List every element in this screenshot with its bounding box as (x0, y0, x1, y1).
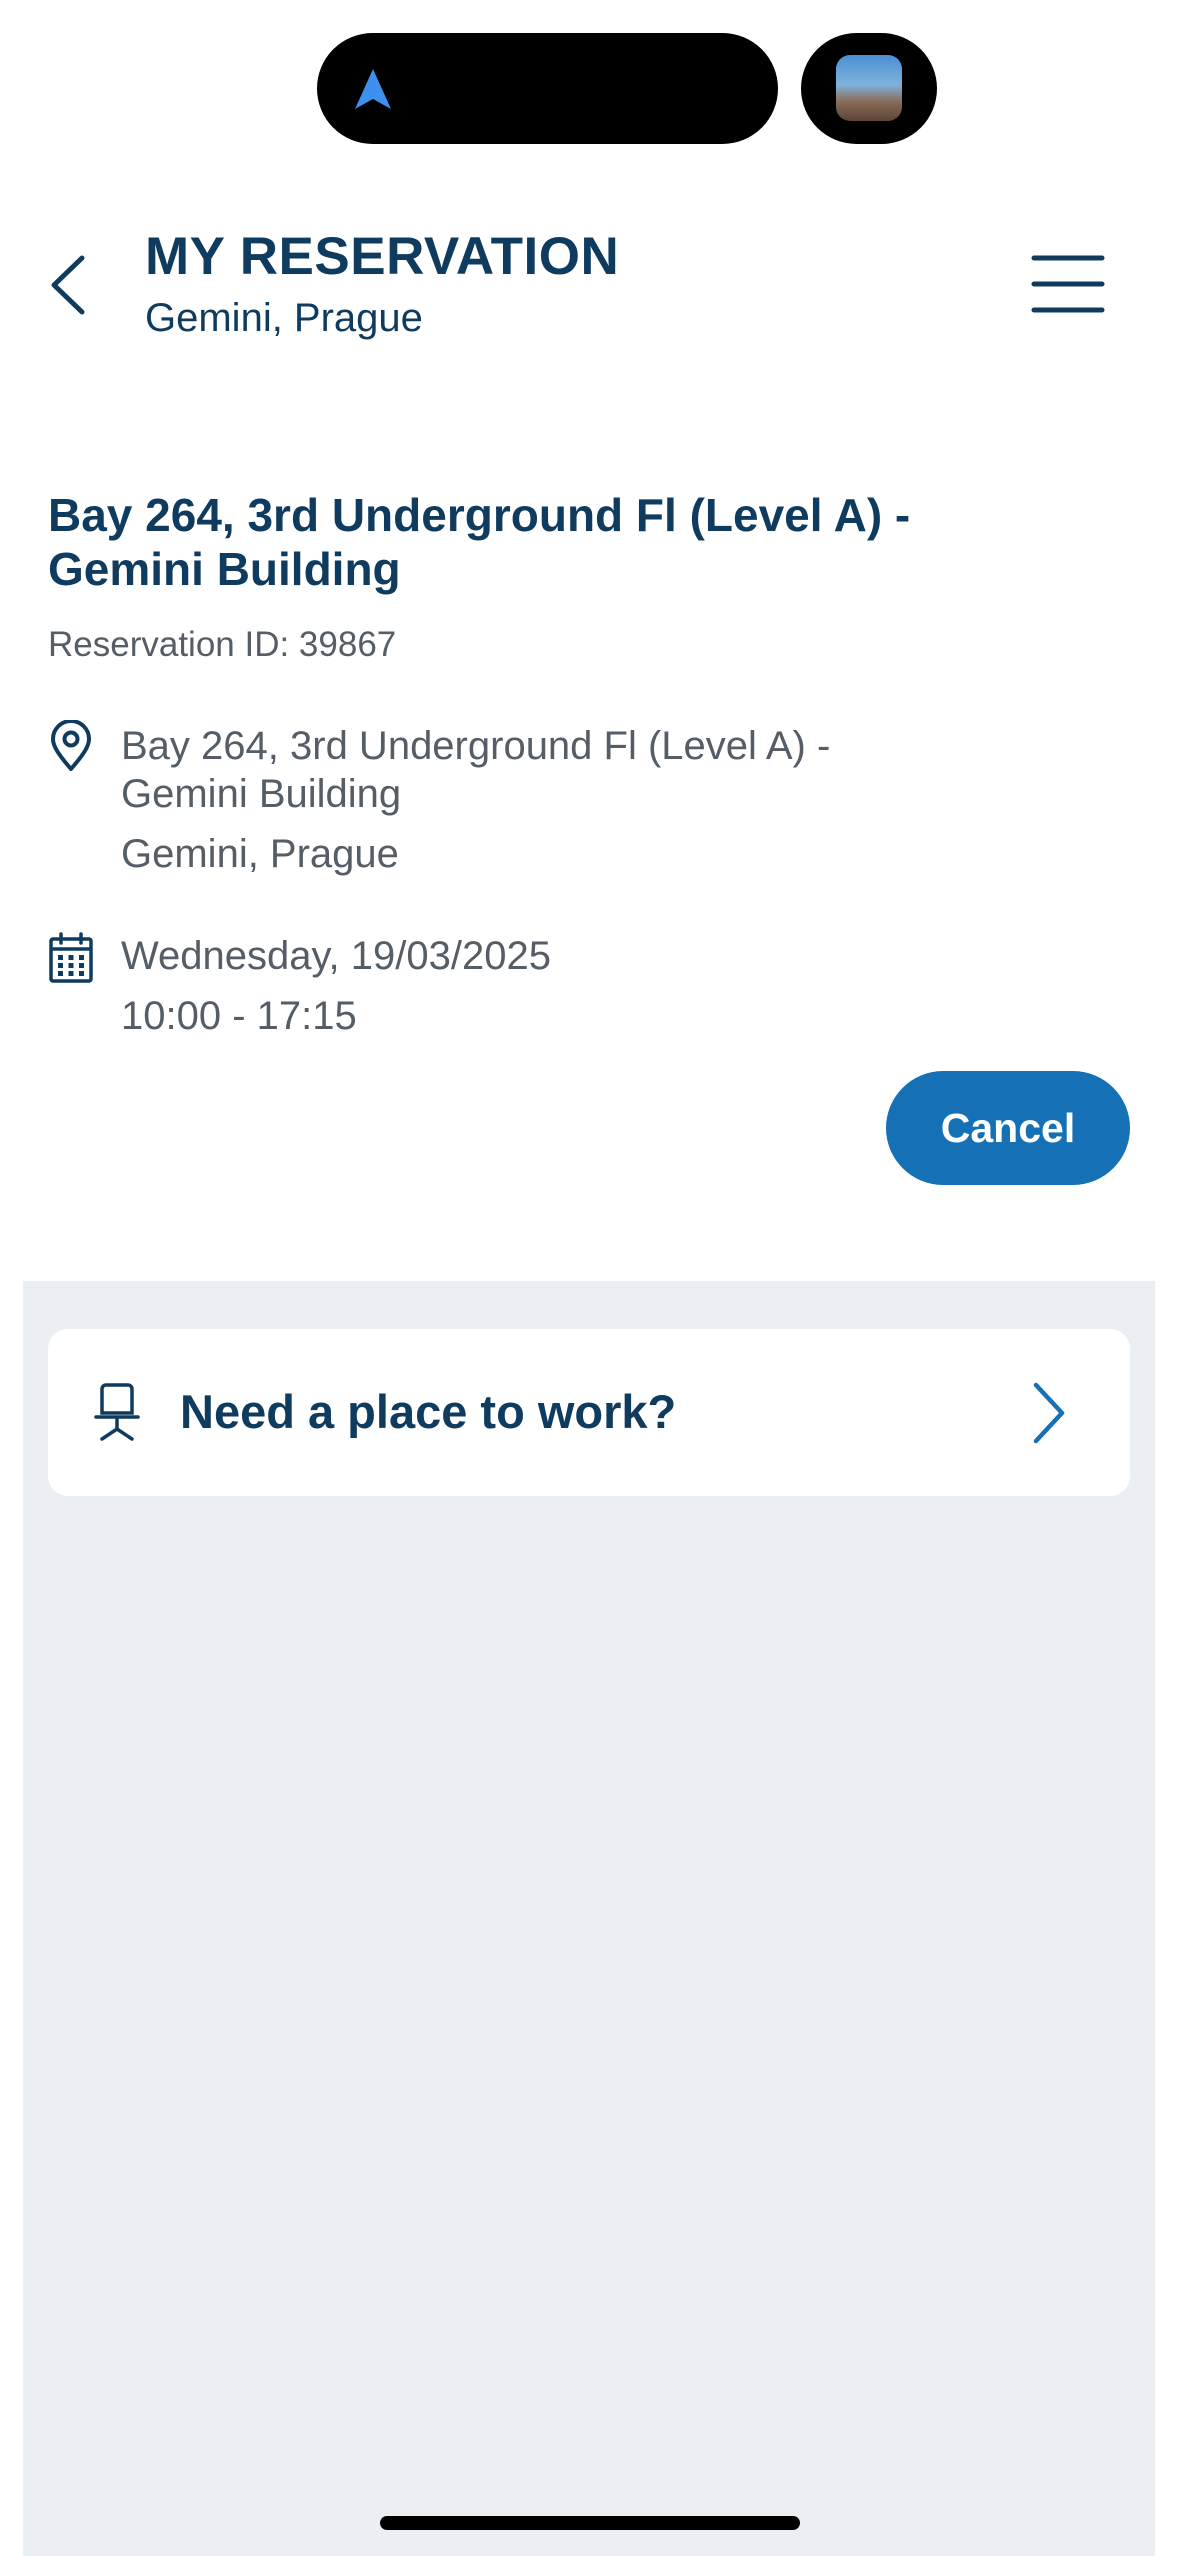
location-pin-icon (51, 720, 91, 771)
location-line-2: Gemini Building (121, 772, 402, 816)
chevron-right-icon (1033, 1382, 1065, 1444)
live-activity-thumbnail (836, 55, 902, 121)
page-title: MY RESERVATION (145, 227, 620, 286)
reservation-time: 10:00 - 17:15 (121, 994, 357, 1038)
office-chair-icon (94, 1383, 140, 1441)
reservation-id: Reservation ID: 39867 (48, 625, 397, 664)
dynamic-island (317, 33, 778, 144)
need-workplace-card[interactable]: Need a place to work? (48, 1329, 1130, 1496)
hamburger-menu-icon[interactable] (1030, 252, 1106, 316)
live-activity-pill[interactable] (801, 33, 937, 144)
need-workplace-label: Need a place to work? (180, 1385, 677, 1438)
cancel-button[interactable]: Cancel (886, 1071, 1130, 1185)
page-subtitle: Gemini, Prague (145, 296, 423, 340)
calendar-icon (49, 932, 93, 983)
reservation-date: Wednesday, 19/03/2025 (121, 934, 551, 978)
location-line-1: Bay 264, 3rd Underground Fl (Level A) - (121, 724, 831, 768)
home-indicator[interactable] (380, 2516, 800, 2530)
chevron-left-icon[interactable] (40, 250, 100, 320)
location-arrow-icon (355, 69, 391, 109)
reservation-heading: Bay 264, 3rd Underground Fl (Level A) - … (48, 489, 911, 595)
location-line-3: Gemini, Prague (121, 832, 399, 876)
